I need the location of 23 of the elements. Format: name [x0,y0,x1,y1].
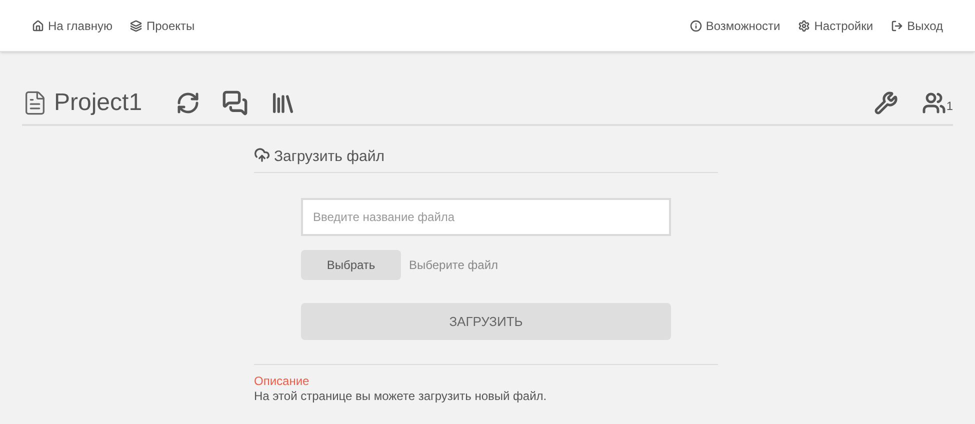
refresh-button[interactable] [176,91,200,115]
nav-link[interactable]: На главную [32,16,112,34]
description-text: На этой странице вы можете загрузить новый файл. [254,389,548,404]
project-title: Project1 [54,88,142,118]
members-button[interactable]: 1 [922,91,953,115]
file-status: Выберите файл [409,257,498,274]
layers-icon [130,20,142,32]
home-icon [32,20,44,32]
nav-link[interactable]: Настройки [798,16,874,34]
chat-button[interactable] [222,90,248,116]
exit-icon [891,20,904,32]
nav-link[interactable]: Возможности [690,16,780,34]
nav-link[interactable]: Выход [891,16,943,34]
settings-icon [798,20,810,32]
description-heading: Описание [254,374,310,389]
choose-file-button[interactable]: Выбрать [301,250,401,280]
settings-wrench-button[interactable] [874,91,898,115]
upload-title: Загрузить файл [274,147,384,167]
nav-link[interactable]: Проекты [130,16,195,34]
file-name-field[interactable]: Введите название файла [301,198,671,236]
upload-button[interactable]: ЗАГРУЗИТЬ [301,303,671,340]
cloud-upload-icon [254,147,270,163]
info-icon [690,20,702,32]
